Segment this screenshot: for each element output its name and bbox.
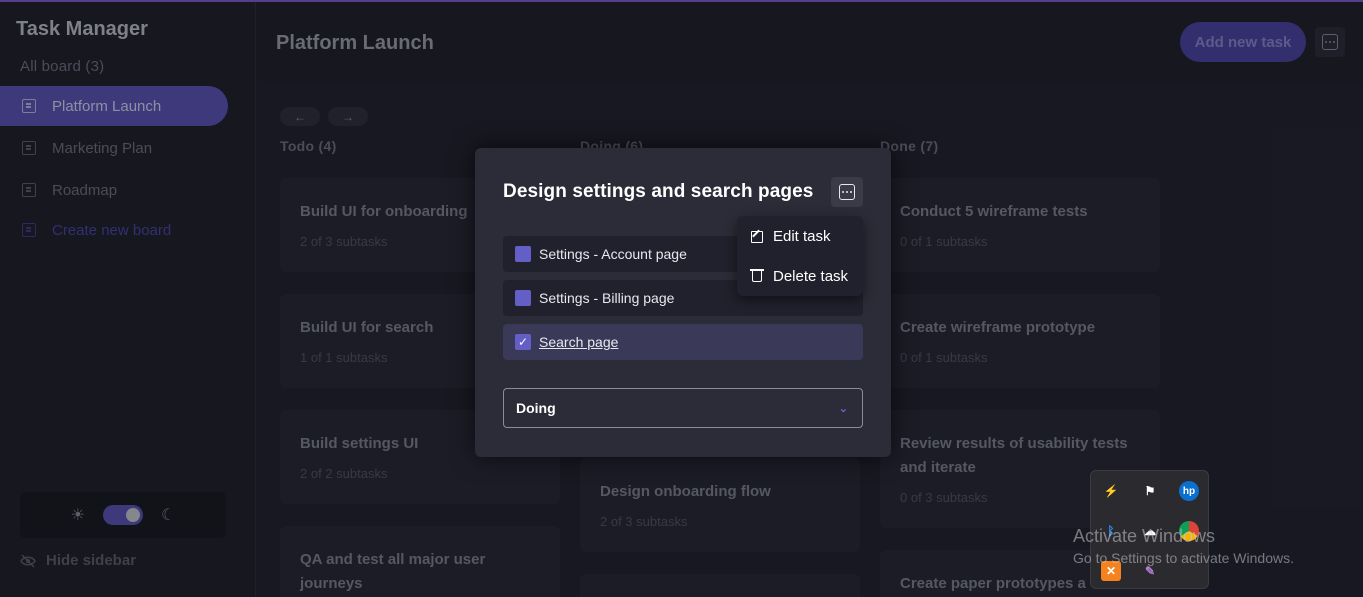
hp-icon[interactable]: hp xyxy=(1179,481,1199,501)
task-options-button[interactable] xyxy=(831,177,863,207)
more-options-icon xyxy=(839,184,855,200)
status-value: Doing xyxy=(516,400,556,416)
subtask-item[interactable]: ✓ Search page xyxy=(503,324,863,360)
activate-windows-subtitle: Go to Settings to activate Windows. xyxy=(1073,550,1294,566)
task-detail-modal: Design settings and search pages Setting… xyxy=(475,148,891,457)
modal-title: Design settings and search pages xyxy=(503,181,814,202)
edit-task-label: Edit task xyxy=(773,228,831,245)
status-select[interactable]: Doing ⌄ xyxy=(503,388,863,428)
subtask-label: Settings - Account page xyxy=(539,246,687,262)
delete-task-label: Delete task xyxy=(773,268,849,285)
delete-task-menu-item[interactable]: Delete task xyxy=(750,268,849,285)
check-icon: ✓ xyxy=(517,335,529,349)
activate-windows-title: Activate Windows xyxy=(1073,526,1216,546)
task-options-menu: Edit task Delete task xyxy=(737,216,863,296)
usb-icon[interactable]: ⚡ xyxy=(1101,481,1121,501)
edit-task-menu-item[interactable]: Edit task xyxy=(751,228,831,245)
checkbox[interactable] xyxy=(515,290,531,306)
chevron-down-icon: ⌄ xyxy=(838,402,848,415)
trash-icon xyxy=(750,269,764,282)
checkbox-checked[interactable]: ✓ xyxy=(515,334,531,350)
checkbox[interactable] xyxy=(515,246,531,262)
edit-icon xyxy=(751,230,763,243)
flag-icon[interactable]: ⚑ xyxy=(1140,481,1160,501)
subtask-label: Settings - Billing page xyxy=(539,290,675,306)
subtask-label: Search page xyxy=(539,334,619,350)
